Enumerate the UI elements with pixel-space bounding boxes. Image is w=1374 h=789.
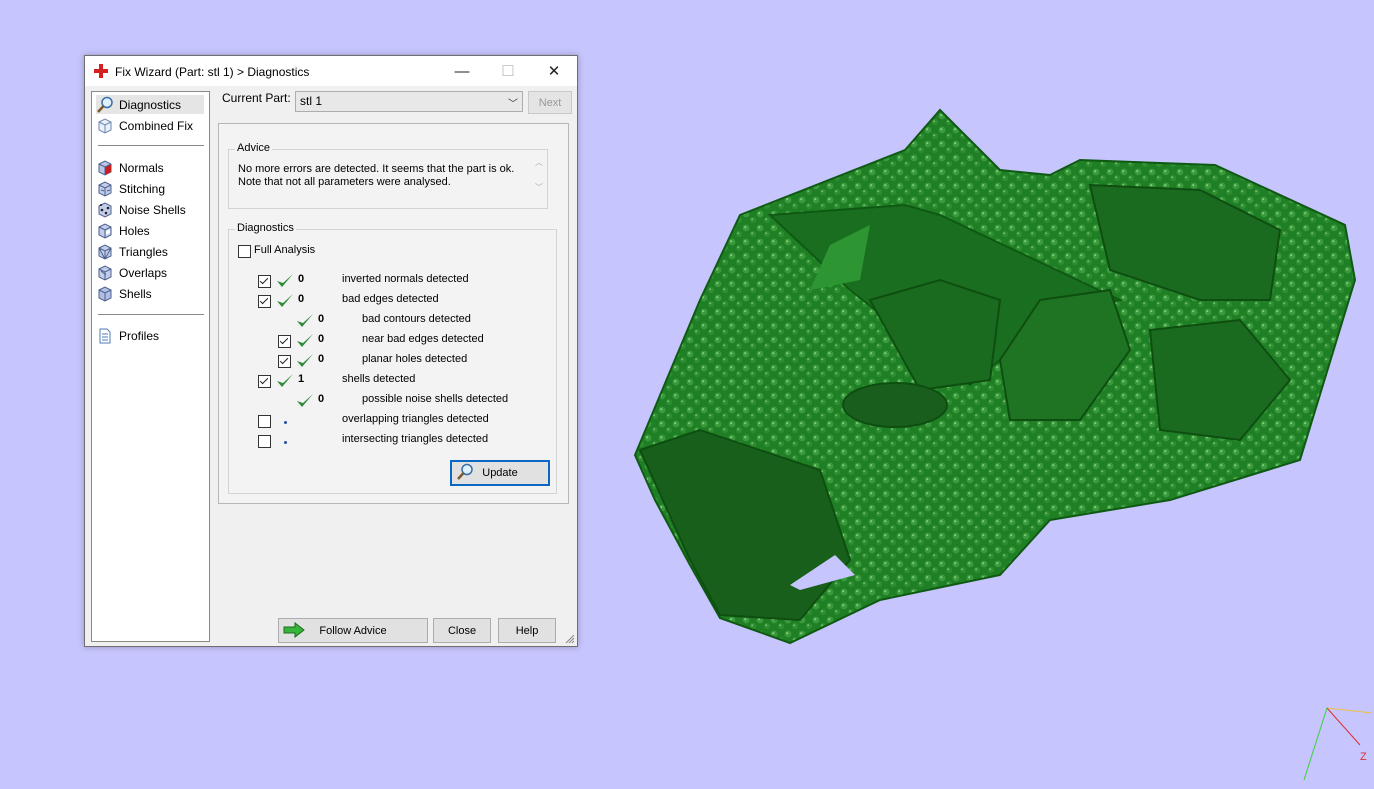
nav-label-holes: Holes <box>119 223 150 238</box>
dialog-titlebar[interactable]: Fix Wizard (Part: stl 1) > Diagnostics —… <box>85 56 577 86</box>
chevron-down-icon: ﹀ <box>508 99 518 110</box>
row-label: inverted normals detected <box>342 273 469 285</box>
update-label: Update <box>482 467 518 479</box>
advice-text: No more errors are detected. It seems th… <box>238 163 515 188</box>
row-checkbox[interactable] <box>258 375 271 388</box>
cube-icon <box>98 117 112 134</box>
row-count: 0 <box>318 333 325 345</box>
holes-cube-icon <box>98 222 112 239</box>
advice-title: Advice <box>235 142 273 154</box>
row-count: 0 <box>318 313 325 325</box>
dialog-title: Fix Wizard (Part: stl 1) > Diagnostics <box>115 65 310 79</box>
row-checkbox[interactable] <box>258 435 271 448</box>
document-icon <box>99 328 111 343</box>
green-check-icon <box>297 334 313 347</box>
row-label: bad contours detected <box>362 313 471 325</box>
help-button[interactable]: Help <box>498 618 556 643</box>
green-3d-model[interactable] <box>633 108 1357 645</box>
green-arrow-right-icon <box>283 622 305 638</box>
advice-scrollbar[interactable]: ︿ ﹀ <box>532 157 546 203</box>
green-check-icon <box>277 294 293 307</box>
full-analysis-checkbox[interactable] <box>238 245 251 258</box>
row-checkbox[interactable] <box>278 335 291 348</box>
current-part-select[interactable]: stl 1 ﹀ <box>295 91 523 112</box>
update-button[interactable]: Update <box>450 460 550 486</box>
nav-item-noise-shells[interactable]: Noise Shells <box>96 200 204 219</box>
nav-item-profiles[interactable]: Profiles <box>96 326 204 345</box>
nav-label-noise-shells: Noise Shells <box>119 202 186 217</box>
normals-cube-icon <box>98 159 112 176</box>
magnifier-icon <box>457 463 473 480</box>
green-check-icon <box>277 274 293 287</box>
nav-item-shells[interactable]: Shells <box>96 284 204 303</box>
row-checkbox[interactable] <box>258 415 271 428</box>
close-window-button[interactable]: ✕ <box>531 56 577 86</box>
overlaps-cube-icon <box>98 264 112 281</box>
fix-wizard-dialog: Fix Wizard (Part: stl 1) > Diagnostics —… <box>84 55 578 647</box>
resize-grip-icon[interactable] <box>565 634 575 644</box>
nav-label-diagnostics: Diagnostics <box>119 97 182 112</box>
pending-dot-icon <box>284 441 287 444</box>
row-checkbox[interactable] <box>258 295 271 308</box>
maximize-button[interactable]: ☐ <box>485 56 531 86</box>
current-part-value: stl 1 <box>300 94 323 108</box>
stitching-cube-icon <box>98 180 112 197</box>
nav-label-overlaps: Overlaps <box>119 265 168 280</box>
row-checkbox[interactable] <box>258 275 271 288</box>
nav-label-triangles: Triangles <box>119 244 168 259</box>
magnifier-icon <box>97 96 113 113</box>
shells-cube-icon <box>98 285 112 302</box>
green-check-icon <box>277 374 293 387</box>
scroll-up-icon[interactable]: ︿ <box>532 157 546 168</box>
nav-label-shells: Shells <box>119 286 152 301</box>
advice-group: Advice No more errors are detected. It s… <box>228 142 548 209</box>
green-check-icon <box>297 394 313 407</box>
green-check-icon <box>297 354 313 367</box>
green-check-icon <box>297 314 313 327</box>
nav-separator <box>98 145 204 146</box>
nav-label-profiles: Profiles <box>119 328 160 343</box>
row-label: near bad edges detected <box>362 333 484 345</box>
row-count: 0 <box>318 393 325 405</box>
row-label: possible noise shells detected <box>362 393 509 405</box>
follow-advice-button[interactable]: Follow Advice <box>278 618 428 643</box>
next-button[interactable]: Next <box>528 91 572 114</box>
row-label: planar holes detected <box>362 353 468 365</box>
scroll-down-icon[interactable]: ﹀ <box>532 182 546 193</box>
nav-label-stitching: Stitching <box>119 181 166 196</box>
row-count: 0 <box>318 353 325 365</box>
red-cross-icon <box>94 64 108 78</box>
row-count: 0 <box>298 273 305 285</box>
row-label: bad edges detected <box>342 293 439 305</box>
row-count: 1 <box>298 373 305 385</box>
nav-item-diagnostics[interactable]: Diagnostics <box>96 95 204 114</box>
nav-item-triangles[interactable]: Triangles <box>96 242 204 261</box>
row-checkbox[interactable] <box>278 355 291 368</box>
current-part-label: Current Part: <box>222 91 291 105</box>
axis-triad: Z <box>1303 707 1373 781</box>
nav-item-holes[interactable]: Holes <box>96 221 204 240</box>
axis-label-z: Z <box>1360 751 1367 763</box>
triangles-cube-icon <box>98 243 112 260</box>
wizard-nav: Diagnostics Combined Fix Normals Stitchi… <box>91 91 210 642</box>
noise-shells-icon <box>98 201 112 218</box>
diagnostics-title: Diagnostics <box>235 222 296 234</box>
nav-separator <box>98 314 204 315</box>
minimize-button[interactable]: — <box>439 56 485 86</box>
nav-item-combined-fix[interactable]: Combined Fix <box>96 116 204 135</box>
nav-label-combined-fix: Combined Fix <box>119 118 194 133</box>
diagnostics-group: Diagnostics Full Analysis 0 inverted norm… <box>228 222 557 494</box>
row-label: overlapping triangles detected <box>342 413 489 425</box>
full-analysis-label: Full Analysis <box>254 244 316 256</box>
row-label: shells detected <box>342 373 416 385</box>
close-button[interactable]: Close <box>433 618 491 643</box>
pending-dot-icon <box>284 421 287 424</box>
follow-advice-label: Follow Advice <box>319 624 387 637</box>
nav-item-normals[interactable]: Normals <box>96 158 204 177</box>
row-count: 0 <box>298 293 305 305</box>
nav-label-normals: Normals <box>119 160 164 175</box>
nav-item-overlaps[interactable]: Overlaps <box>96 263 204 282</box>
row-label: intersecting triangles detected <box>342 433 489 445</box>
nav-item-stitching[interactable]: Stitching <box>96 179 204 198</box>
